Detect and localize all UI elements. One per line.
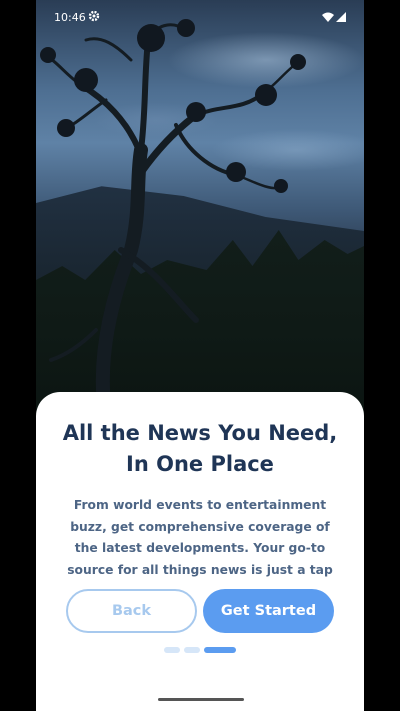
wifi-icon — [322, 12, 334, 22]
phone-screen: 10:46 All the News You Need, In One Plac… — [36, 0, 364, 711]
home-indicator[interactable] — [158, 698, 244, 701]
page-dot-active — [204, 647, 236, 653]
page-dot-2 — [184, 647, 200, 653]
onboarding-headline: All the News You Need, In One Place — [62, 421, 338, 476]
tree-silhouette — [40, 19, 306, 420]
back-button[interactable]: Back — [66, 589, 197, 633]
onboarding-sheet: All the News You Need, In One Place From… — [36, 392, 364, 711]
page-indicator — [36, 647, 364, 653]
status-bar: 10:46 — [36, 0, 364, 34]
status-time: 10:46 — [54, 11, 86, 24]
onboarding-description: From world events to entertainment buzz,… — [67, 498, 333, 577]
signal-icon — [336, 12, 346, 22]
page-dot-1 — [164, 647, 180, 653]
get-started-button[interactable]: Get Started — [203, 589, 334, 633]
gear-icon — [88, 10, 100, 22]
